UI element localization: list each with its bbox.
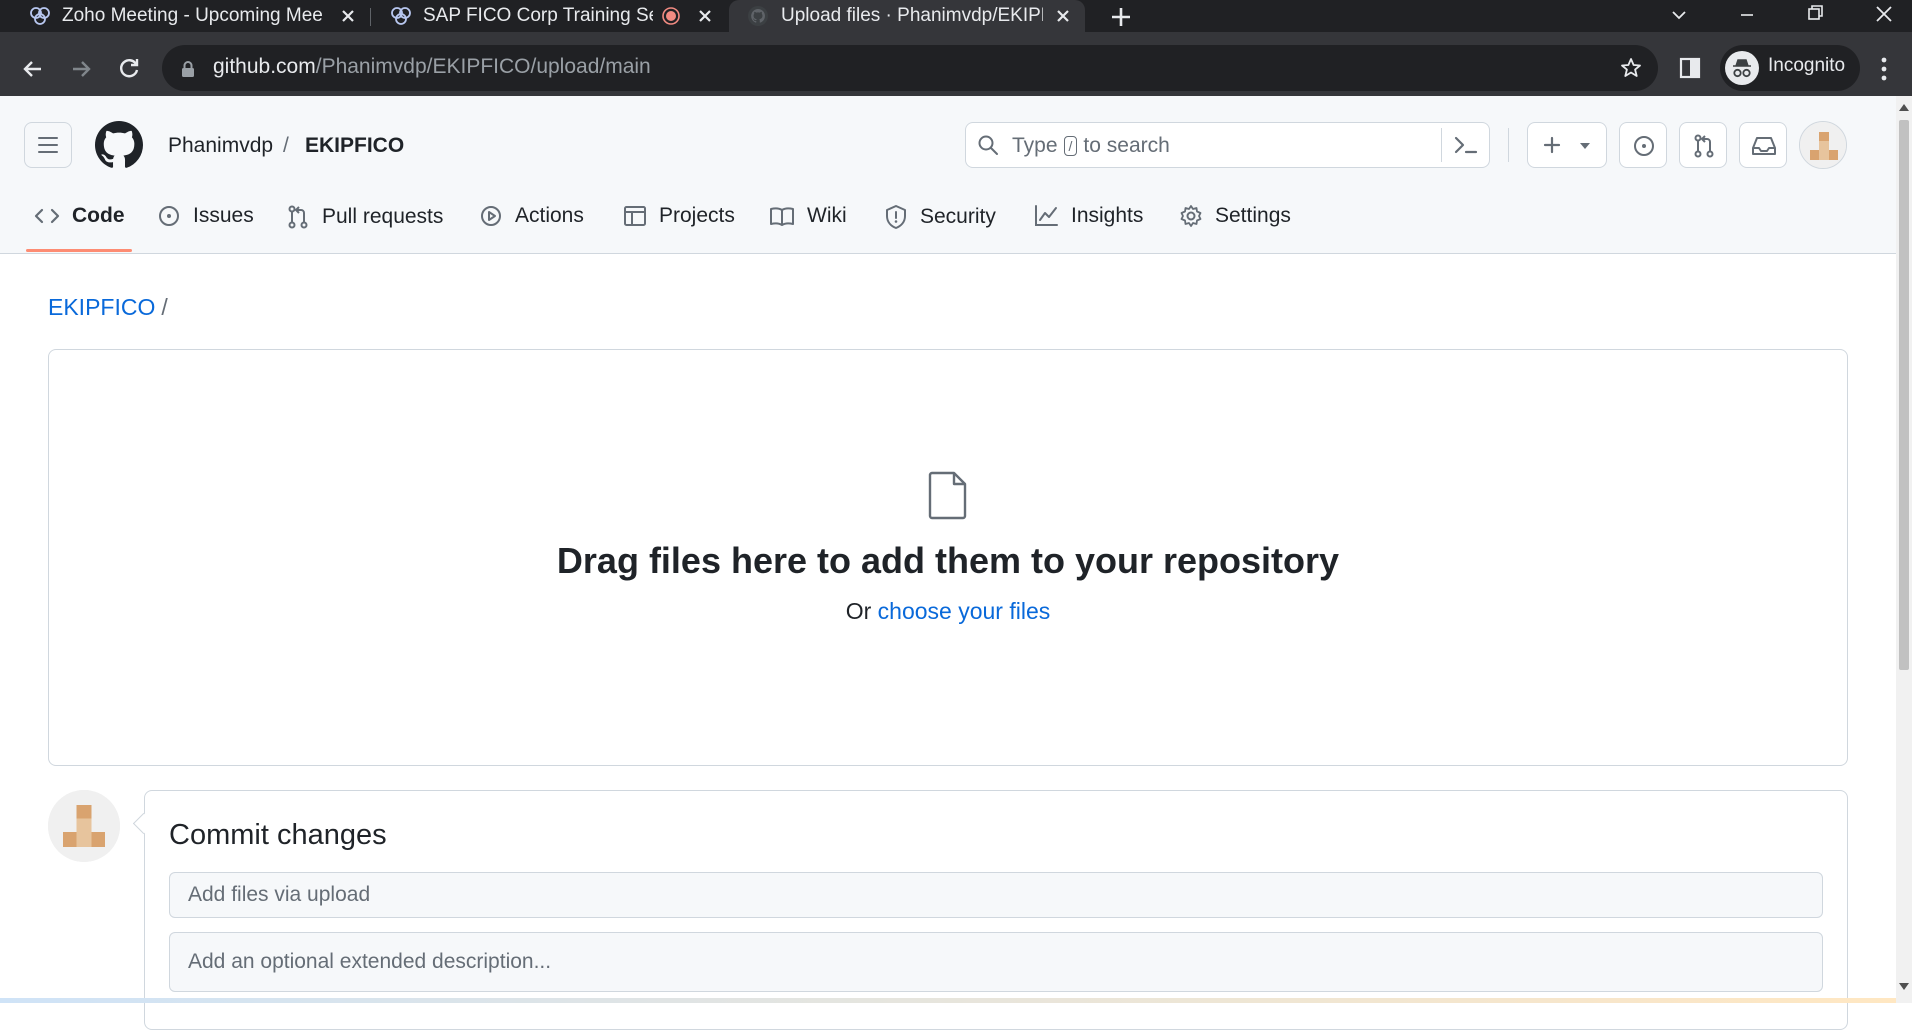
commit-description-textarea[interactable] [169,932,1823,992]
zoho-icon [28,4,52,28]
tab-label: Wiki [807,204,847,227]
search-shortcut-key: / [1063,136,1078,156]
tab-label: Actions [515,204,584,227]
tab-pull-requests[interactable]: Pull requests [286,204,443,230]
browser-menu-icon[interactable] [1880,56,1888,82]
hamburger-icon [37,135,59,155]
tab-code[interactable]: Code [34,204,125,228]
tab-settings[interactable]: Settings [1179,204,1291,228]
dropzone-or-text: Or [845,598,872,624]
tab-actions[interactable]: Actions [479,204,584,228]
book-icon [769,205,795,227]
tab-security[interactable]: Security [884,204,996,230]
repo-name-link[interactable]: EKIPFICO [305,134,404,158]
breadcrumb: EKIPFICO / [48,294,168,321]
tab-label: Security [920,205,996,228]
dropzone-title: Drag files here to add them to your repo… [556,540,1340,581]
browser-tab-sap-fico[interactable]: SAP FICO Corp Training Sessi [371,0,727,32]
incognito-label: Incognito [1768,55,1846,76]
choose-files-link[interactable]: choose your files [878,598,1051,624]
triangle-down-icon [1578,141,1592,151]
close-window-icon[interactable] [1872,2,1896,26]
inbox-button[interactable] [1739,122,1787,168]
github-header [0,96,1896,254]
breadcrumb-repo-link[interactable]: EKIPFICO [48,294,155,320]
scroll-down-arrow-icon[interactable] [1898,982,1910,992]
commit-changes-title: Commit changes [169,819,387,851]
tab-insights[interactable]: Insights [1033,204,1143,228]
search-icon [977,134,999,156]
lock-icon[interactable] [180,60,196,78]
tab-issues[interactable]: Issues [157,204,254,228]
inbox-icon [1751,135,1777,157]
browser-tab-upload-files[interactable]: Upload files · Phanimvdp/EKIPFIC [729,0,1085,32]
url-path: /Phanimvdp/EKIPFICO/upload/main [315,55,651,78]
shield-icon [884,204,908,230]
search-divider [1441,128,1442,162]
github-logo-icon[interactable] [95,121,143,169]
restore-window-icon[interactable] [1804,2,1826,24]
scroll-up-arrow-icon[interactable] [1898,102,1910,112]
dropzone-subtitle: Or choose your files [48,598,1848,625]
tab-search-chevron-icon[interactable] [1668,4,1690,26]
commit-summary-input[interactable] [169,872,1823,918]
new-tab-button[interactable] [1108,4,1134,30]
close-tab-icon[interactable] [338,6,358,26]
play-icon [479,204,503,228]
plus-icon [1542,135,1562,155]
issues-button[interactable] [1619,122,1667,168]
close-tab-icon[interactable] [695,6,715,26]
create-new-button[interactable] [1527,122,1607,168]
url-host: github.com [213,55,316,78]
header-divider [1508,128,1509,162]
scrollbar-thumb[interactable] [1899,120,1909,670]
tab-projects[interactable]: Projects [623,204,735,228]
side-panel-icon[interactable] [1679,57,1701,79]
minimize-window-icon[interactable] [1736,4,1758,26]
git-pull-request-icon [286,204,310,230]
global-menu-button[interactable] [24,122,72,168]
recording-indicator-icon [662,7,680,25]
tab-label: Issues [193,204,254,227]
back-arrow-icon[interactable] [20,56,46,82]
search-placeholder-text: Type [1012,134,1058,157]
browser-tab-title: Upload files · Phanimvdp/EKIPFIC [781,5,1043,26]
breadcrumb-separator: / [161,294,168,320]
browser-tab-zoho-meeting[interactable]: Zoho Meeting - Upcoming Meeti [0,0,370,32]
search-placeholder: Type / to search [1012,134,1170,158]
repo-owner-link[interactable]: Phanimvdp [168,134,273,158]
repo-path-separator: / [283,134,289,157]
gear-icon [1179,204,1203,228]
tab-label: Code [72,204,125,227]
close-tab-icon[interactable] [1053,6,1073,26]
code-icon [34,206,60,226]
pull-requests-button[interactable] [1679,122,1727,168]
github-icon [747,5,769,27]
commit-author-avatar [48,790,120,862]
graph-icon [1033,204,1059,228]
table-icon [623,204,647,228]
bookmark-star-icon[interactable] [1619,56,1643,80]
url-text: github.com/Phanimvdp/EKIPFICO/upload/mai… [213,55,651,79]
file-icon [926,470,970,520]
bottom-edge [0,998,1896,1003]
browser-tab-title: SAP FICO Corp Training Sessi [423,5,653,26]
user-avatar[interactable] [1799,121,1847,169]
issue-opened-icon [157,204,181,228]
tab-wiki[interactable]: Wiki [769,204,847,228]
search-placeholder-text: to search [1083,134,1170,157]
forward-arrow-icon[interactable] [68,56,94,82]
incognito-icon [1724,50,1760,86]
tab-label: Insights [1071,204,1144,227]
zoho-icon [389,4,413,28]
issue-opened-icon [1632,134,1656,158]
tab-label: Projects [659,204,735,227]
selected-tab-underline [26,249,132,252]
command-palette-icon[interactable] [1453,133,1479,157]
reload-icon[interactable] [116,55,142,81]
git-pull-request-icon [1692,133,1716,159]
browser-tab-title: Zoho Meeting - Upcoming Meeti [62,5,322,26]
tab-label: Settings [1215,204,1291,227]
tab-label: Pull requests [322,205,444,228]
